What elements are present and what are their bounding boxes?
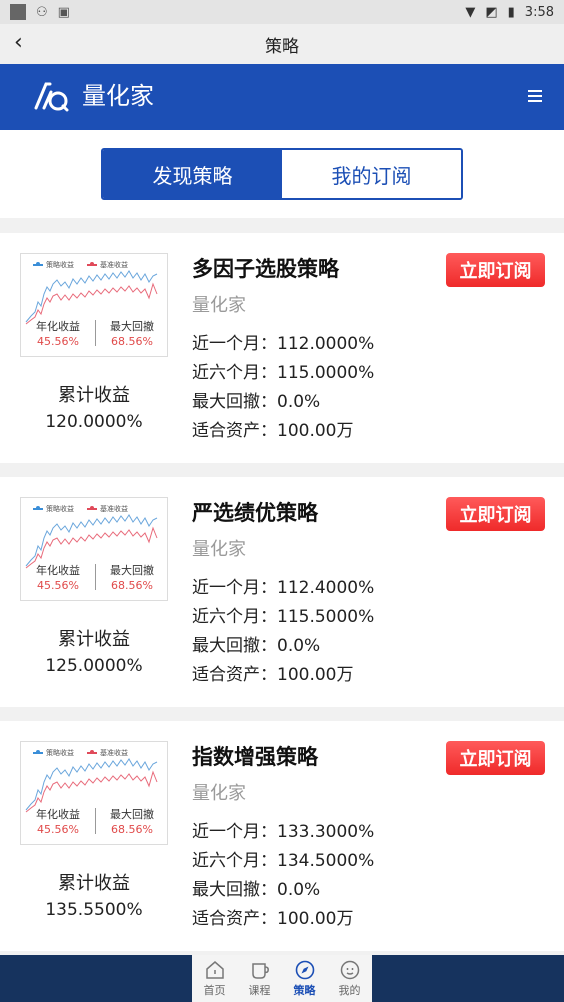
- strategy-chart-thumbnail: 策略收益 基准收益 年化收益 45.56% 最大回撤 68.56%: [20, 253, 168, 357]
- cumulative-return-label: 累计收益: [58, 385, 130, 406]
- status-bar: ⚇ ▣ ▼ ◩ ▮ 3:58: [0, 0, 564, 24]
- nav-profile[interactable]: 我的: [327, 955, 372, 1002]
- annual-return-value: 45.56%: [37, 335, 79, 348]
- one-month-return: 近一个月：133.3000%: [192, 822, 375, 842]
- nav-strategy[interactable]: 策略: [282, 955, 327, 1002]
- legend-strategy-label: 策略收益: [46, 505, 74, 513]
- legend-strategy: 策略收益: [33, 504, 74, 514]
- battery-icon: ▮: [507, 4, 515, 20]
- gamepad-icon: ⚇: [36, 4, 48, 20]
- a-notification-icon: ▣: [57, 4, 70, 20]
- compass-icon: [295, 960, 314, 980]
- strategy-chart-thumbnail: 策略收益 基准收益 年化收益 45.56% 最大回撤 68.56%: [20, 741, 168, 845]
- legend-strategy-label: 策略收益: [46, 261, 74, 269]
- nav-home-label: 首页: [203, 984, 226, 997]
- legend-strategy-marker: [33, 262, 43, 266]
- legend-bench-marker: [87, 750, 97, 754]
- segmented-tabs: 发现策略 我的订阅: [101, 148, 463, 200]
- hamburger-menu-icon[interactable]: [528, 90, 542, 102]
- legend-strategy-marker: [33, 506, 43, 510]
- profile-icon: [340, 960, 359, 980]
- legend-bench: 基准收益: [87, 260, 128, 270]
- cumulative-return-value: 125.0000%: [45, 656, 143, 676]
- nav-strategy-label: 策略: [293, 984, 316, 997]
- max-drawdown-label: 最大回撤: [110, 564, 154, 577]
- annual-return-label: 年化收益: [36, 808, 80, 821]
- strategy-card[interactable]: 策略收益 基准收益 年化收益 45.56% 最大回撤 68.56% 累计收益 1…: [0, 233, 564, 463]
- strategy-name: 严选绩优策略: [192, 501, 318, 525]
- signal-icon: ◩: [485, 4, 498, 20]
- legend-bench-marker: [87, 506, 97, 510]
- six-month-return: 近六个月：115.0000%: [192, 363, 375, 383]
- strategy-card[interactable]: 策略收益 基准收益 年化收益 45.56% 最大回撤 68.56% 累计收益 1…: [0, 477, 564, 707]
- strategy-author: 量化家: [192, 295, 246, 316]
- tab-my-subscriptions[interactable]: 我的订阅: [282, 150, 461, 198]
- six-month-return: 近六个月：134.5000%: [192, 851, 375, 871]
- legend-strategy-marker: [33, 750, 43, 754]
- annual-return-label: 年化收益: [36, 564, 80, 577]
- status-time: 3:58: [524, 4, 554, 20]
- strategy-card[interactable]: 策略收益 基准收益 年化收益 45.56% 最大回撤 68.56% 累计收益 1…: [0, 721, 564, 951]
- brand-logo-icon: [34, 82, 69, 112]
- cumulative-return-value: 135.5500%: [45, 900, 143, 920]
- page-title: 策略: [265, 36, 299, 57]
- cumulative-return-value: 120.0000%: [45, 412, 143, 432]
- title-bar: ‹ 策略: [0, 24, 564, 64]
- legend-bench: 基准收益: [87, 504, 128, 514]
- stat-divider: [95, 320, 96, 346]
- legend-bench-marker: [87, 262, 97, 266]
- stat-divider: [95, 808, 96, 834]
- annual-return-value: 45.56%: [37, 823, 79, 836]
- notification-square-icon: [10, 4, 26, 20]
- legend-strategy: 策略收益: [33, 748, 74, 758]
- max-drawdown-value: 68.56%: [111, 823, 153, 836]
- legend-strategy-label: 策略收益: [46, 749, 74, 757]
- back-arrow-icon[interactable]: ‹: [14, 32, 23, 54]
- suitable-capital: 适合资产：100.00万: [192, 909, 354, 929]
- legend-bench-label: 基准收益: [100, 749, 128, 757]
- subscribe-button[interactable]: 立即订阅: [446, 253, 545, 287]
- bottom-nav: 首页 课程 策略 我的: [192, 955, 372, 1002]
- cumulative-return-label: 累计收益: [58, 873, 130, 894]
- suitable-capital: 适合资产：100.00万: [192, 665, 354, 685]
- legend-bench: 基准收益: [87, 748, 128, 758]
- nav-profile-label: 我的: [338, 984, 361, 997]
- strategy-author: 量化家: [192, 783, 246, 804]
- strategy-chart-thumbnail: 策略收益 基准收益 年化收益 45.56% 最大回撤 68.56%: [20, 497, 168, 601]
- nav-course-label: 课程: [248, 984, 271, 997]
- subscribe-button[interactable]: 立即订阅: [446, 741, 545, 775]
- wifi-icon: ▼: [465, 4, 476, 20]
- one-month-return: 近一个月：112.0000%: [192, 334, 375, 354]
- max-drawdown-value: 68.56%: [111, 579, 153, 592]
- max-drawdown: 最大回撤：0.0%: [192, 392, 321, 412]
- legend-bench-label: 基准收益: [100, 261, 128, 269]
- brand-bar: 量化家: [0, 64, 564, 130]
- strategy-author: 量化家: [192, 539, 246, 560]
- max-drawdown: 最大回撤：0.0%: [192, 880, 321, 900]
- nav-course[interactable]: 课程: [237, 955, 282, 1002]
- max-drawdown-label: 最大回撤: [110, 808, 154, 821]
- legend-bench-label: 基准收益: [100, 505, 128, 513]
- brand-name: 量化家: [82, 82, 154, 110]
- legend-strategy: 策略收益: [33, 260, 74, 270]
- strategy-name: 指数增强策略: [192, 745, 318, 769]
- subscribe-button[interactable]: 立即订阅: [446, 497, 545, 531]
- max-drawdown: 最大回撤：0.0%: [192, 636, 321, 656]
- tab-discover[interactable]: 发现策略: [103, 150, 282, 198]
- nav-home[interactable]: 首页: [192, 955, 237, 1002]
- cumulative-return-label: 累计收益: [58, 629, 130, 650]
- one-month-return: 近一个月：112.4000%: [192, 578, 375, 598]
- annual-return-label: 年化收益: [36, 320, 80, 333]
- home-icon: [205, 961, 224, 979]
- annual-return-value: 45.56%: [37, 579, 79, 592]
- stat-divider: [95, 564, 96, 590]
- strategy-name: 多因子选股策略: [192, 257, 339, 281]
- course-icon: [251, 963, 269, 979]
- tab-section: 发现策略 我的订阅: [0, 130, 564, 218]
- suitable-capital: 适合资产：100.00万: [192, 421, 354, 441]
- max-drawdown-value: 68.56%: [111, 335, 153, 348]
- six-month-return: 近六个月：115.5000%: [192, 607, 375, 627]
- max-drawdown-label: 最大回撤: [110, 320, 154, 333]
